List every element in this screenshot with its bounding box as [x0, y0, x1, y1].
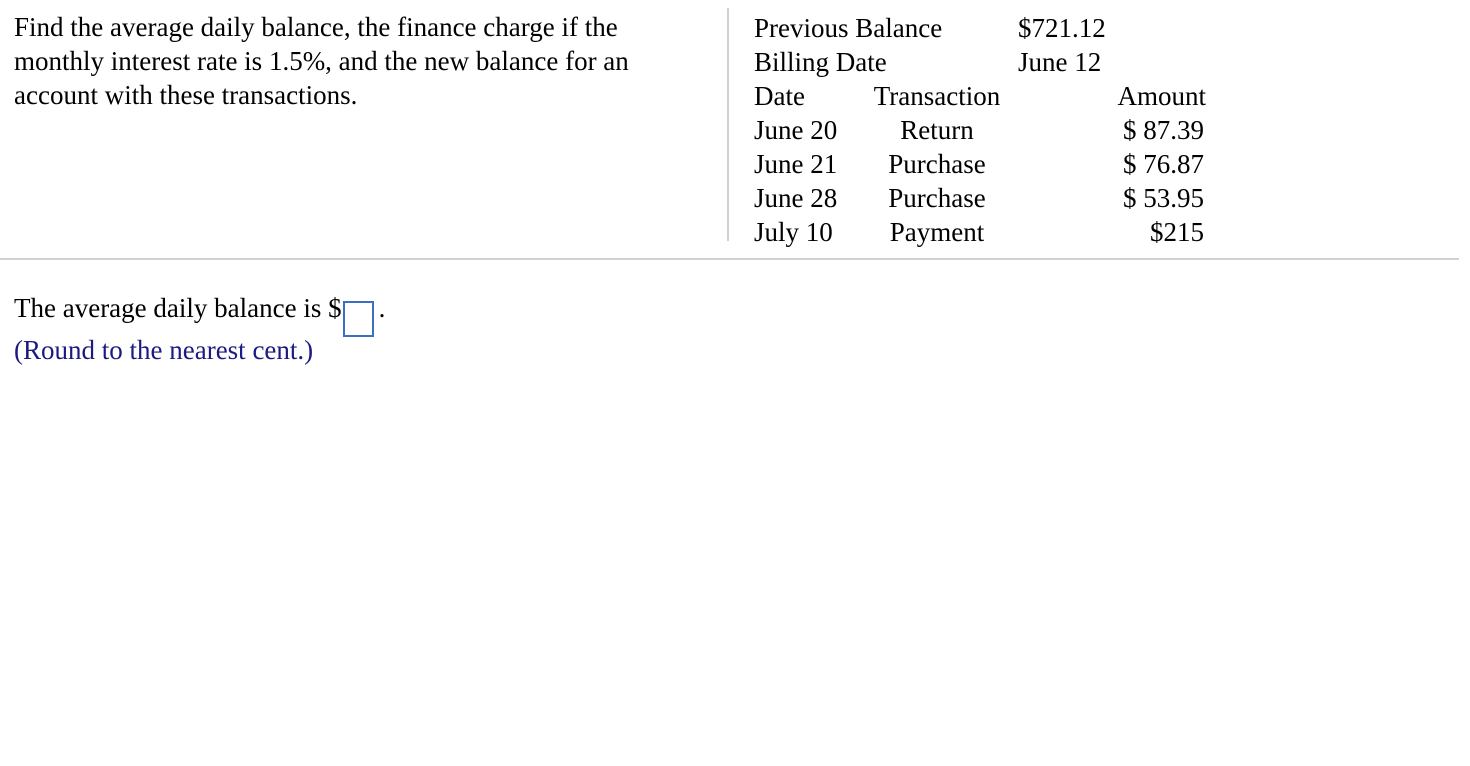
- vertical-divider: [727, 8, 729, 241]
- transaction-date: June 20: [754, 115, 838, 145]
- header-date: Date: [754, 81, 805, 111]
- transaction-date: June 28: [754, 183, 838, 213]
- previous-balance-value: $721.12: [1018, 13, 1106, 43]
- billing-date-value: June 12: [1018, 47, 1102, 77]
- question-text: Find the average daily balance, the fina…: [14, 12, 629, 110]
- rounding-hint: (Round to the nearest cent.): [14, 335, 314, 365]
- transaction-amount: $ 87.39: [1123, 115, 1204, 145]
- transaction-type: Return: [900, 115, 974, 145]
- answer-line: The average daily balance is $.: [14, 290, 385, 337]
- average-daily-balance-input[interactable]: [342, 301, 374, 337]
- transaction-date: July 10: [754, 217, 833, 247]
- answer-suffix: .: [378, 293, 386, 323]
- billing-date-label: Billing Date: [754, 47, 887, 77]
- transaction-type: Purchase: [888, 149, 986, 179]
- header-amount: Amount: [1117, 81, 1206, 111]
- transaction-type: Purchase: [888, 183, 986, 213]
- transaction-date: June 21: [754, 149, 838, 179]
- header-transaction: Transaction: [873, 81, 1001, 111]
- previous-balance-label: Previous Balance: [754, 13, 943, 43]
- transaction-amount: $ 53.95: [1123, 183, 1204, 213]
- answer-prefix: The average daily balance is $: [14, 293, 342, 323]
- transaction-amount: $ 76.87: [1123, 149, 1204, 179]
- horizontal-divider: [0, 258, 1459, 260]
- transaction-type: Payment: [889, 217, 985, 247]
- transaction-amount: $215: [1150, 217, 1204, 247]
